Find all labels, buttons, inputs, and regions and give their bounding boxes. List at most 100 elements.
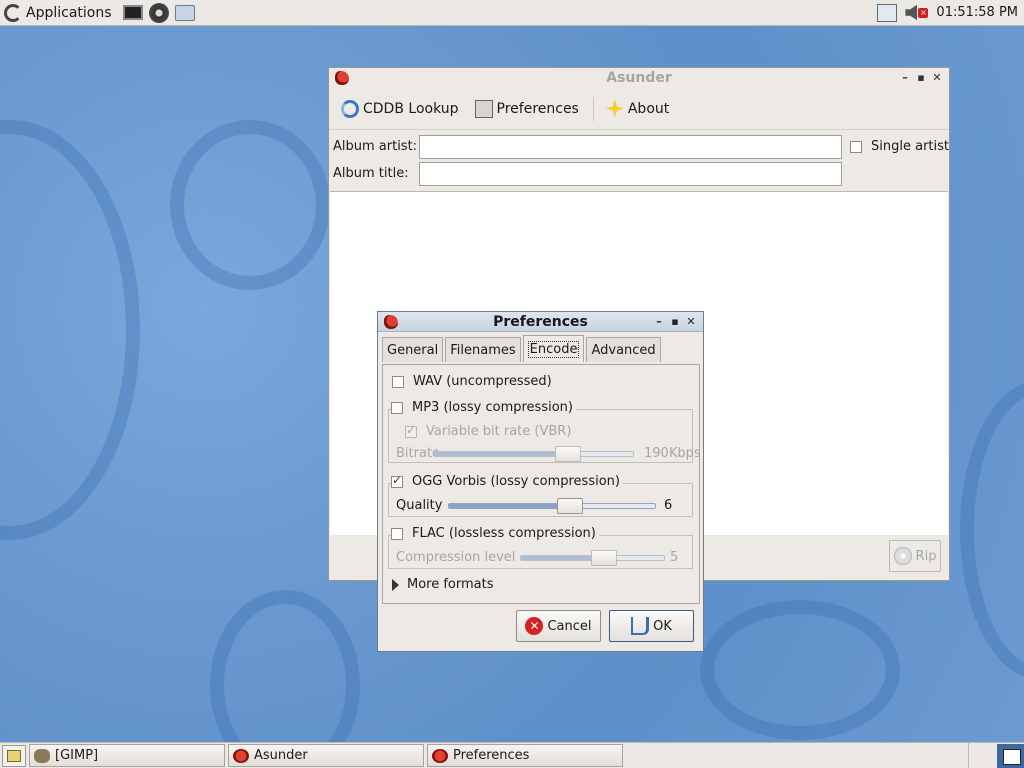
screenshot-icon: [174, 4, 195, 21]
compression-value: 5: [670, 550, 679, 565]
bitrate-slider[interactable]: [434, 445, 634, 462]
taskbar-item-gimp[interactable]: [GIMP]: [29, 744, 225, 767]
mp3-label: MP3 (lossy compression): [412, 400, 573, 415]
screenshot-launcher[interactable]: [174, 3, 196, 23]
preferences-titlebar[interactable]: Preferences – ▪ ✕: [378, 312, 703, 332]
cddb-lookup-button[interactable]: CDDB Lookup: [337, 95, 463, 123]
close-icon[interactable]: ✕: [929, 70, 945, 86]
bitrate-label: Bitrate: [396, 446, 441, 461]
cd-ripper-icon: [148, 2, 169, 23]
compression-label: Compression level: [396, 550, 516, 565]
minimize-icon[interactable]: –: [651, 314, 667, 330]
more-formats-label: More formats: [407, 577, 494, 592]
asunder-icon: [233, 748, 249, 763]
slider-handle[interactable]: [555, 445, 581, 462]
tab-label: Advanced: [591, 342, 656, 358]
asunder-app-icon[interactable]: [335, 71, 349, 85]
ogg-checkbox[interactable]: OGG Vorbis (lossy compression): [391, 473, 623, 489]
album-title-row: Album title:: [329, 160, 949, 187]
vbr-label: Variable bit rate (VBR): [426, 424, 572, 439]
maximize-icon[interactable]: ▪: [667, 314, 683, 330]
quality-label: Quality: [396, 498, 443, 513]
preferences-icon: [474, 99, 493, 118]
vbr-checkbox[interactable]: Variable bit rate (VBR): [405, 423, 572, 439]
cancel-button[interactable]: ✕ Cancel: [516, 610, 601, 642]
asunder-icon: [432, 748, 448, 763]
gimp-icon: [34, 748, 50, 763]
preferences-button[interactable]: Preferences: [471, 95, 583, 123]
single-artist-label: Single artist: [871, 139, 949, 154]
rip-button[interactable]: Rip: [889, 540, 941, 572]
quality-slider[interactable]: [448, 497, 656, 514]
asunder-titlebar[interactable]: Asunder – ▪ ✕: [329, 68, 949, 88]
mp3-checkbox[interactable]: MP3 (lossy compression): [391, 400, 576, 415]
checkbox-icon: [391, 527, 403, 540]
slider-handle[interactable]: [591, 549, 617, 566]
tab-encode[interactable]: Encode: [522, 335, 585, 362]
bitrate-row: Bitrate 190Kbps: [396, 445, 701, 462]
tab-general[interactable]: General: [382, 337, 444, 362]
album-title-label: Album title:: [333, 166, 409, 181]
tab-filenames[interactable]: Filenames: [445, 337, 521, 362]
maximize-icon[interactable]: ▪: [913, 70, 929, 86]
top-panel: Applications × 01:51:58 PM: [0, 0, 1024, 26]
cancel-icon: ✕: [525, 617, 544, 635]
toolbar: CDDB Lookup Preferences About: [329, 88, 949, 130]
system-tray: × 01:51:58 PM: [877, 0, 1024, 26]
album-artist-input[interactable]: [419, 134, 842, 159]
rip-label: Rip: [915, 548, 937, 564]
task-label: Asunder: [254, 748, 308, 763]
workspace-switcher: [968, 742, 1024, 768]
preferences-dialog: Preferences – ▪ ✕ General Filenames Enco…: [377, 311, 704, 652]
about-label: About: [627, 100, 670, 117]
checkbox-icon: [850, 140, 862, 153]
tab-label: General: [387, 342, 439, 358]
tab-advanced[interactable]: Advanced: [586, 337, 661, 362]
workspace-2[interactable]: [996, 743, 1024, 768]
ok-icon: [631, 617, 650, 635]
ok-label: OK: [653, 618, 672, 634]
slider-fill: [435, 451, 568, 456]
volume-icon[interactable]: [905, 4, 918, 21]
expander-arrow-icon: [392, 578, 399, 591]
checkbox-icon: [391, 401, 403, 414]
cd-icon: [893, 547, 912, 565]
slider-handle[interactable]: [557, 497, 583, 514]
checkbox-icon: [391, 473, 403, 488]
taskbar-item-preferences[interactable]: Preferences: [427, 744, 623, 767]
album-artist-label: Album artist:: [333, 139, 418, 154]
cddb-lookup-label: CDDB Lookup: [363, 100, 459, 117]
flac-checkbox[interactable]: FLAC (lossless compression): [391, 526, 599, 541]
wav-label: WAV (uncompressed): [413, 374, 552, 389]
tab-label: Encode: [527, 340, 580, 358]
refresh-icon: [341, 99, 359, 118]
more-formats-expander[interactable]: More formats: [392, 577, 494, 592]
bottom-panel: [GIMP] Asunder Preferences: [0, 742, 1024, 768]
wallpaper-swirl: [170, 120, 330, 290]
asunder-app-icon[interactable]: [384, 314, 398, 329]
taskbar-item-asunder[interactable]: Asunder: [228, 744, 424, 767]
applications-menu[interactable]: Applications: [0, 0, 118, 26]
single-artist-checkbox[interactable]: Single artist: [850, 139, 949, 154]
flac-label: FLAC (lossless compression): [412, 526, 596, 541]
close-icon[interactable]: ✕: [683, 314, 699, 330]
network-icon[interactable]: [877, 3, 898, 22]
terminal-launcher[interactable]: [122, 3, 144, 23]
slider-fill: [449, 503, 570, 508]
compression-slider[interactable]: [520, 549, 665, 566]
show-desktop-button[interactable]: [2, 744, 26, 767]
star-icon: [605, 99, 624, 118]
about-button[interactable]: About: [602, 95, 673, 123]
ok-button[interactable]: OK: [609, 610, 694, 642]
wallpaper-swirl: [960, 380, 1024, 680]
clock[interactable]: 01:51:58 PM: [936, 5, 1018, 20]
cd-ripper-launcher[interactable]: [148, 2, 170, 23]
wav-checkbox[interactable]: WAV (uncompressed): [392, 374, 552, 389]
window-title: Asunder: [606, 70, 672, 86]
task-label: [GIMP]: [55, 748, 99, 763]
dialog-buttons: ✕ Cancel OK: [508, 610, 694, 642]
minimize-icon[interactable]: –: [897, 70, 913, 86]
album-title-input[interactable]: [419, 161, 842, 186]
checkbox-icon: [405, 423, 417, 438]
workspace-1[interactable]: [969, 744, 997, 768]
